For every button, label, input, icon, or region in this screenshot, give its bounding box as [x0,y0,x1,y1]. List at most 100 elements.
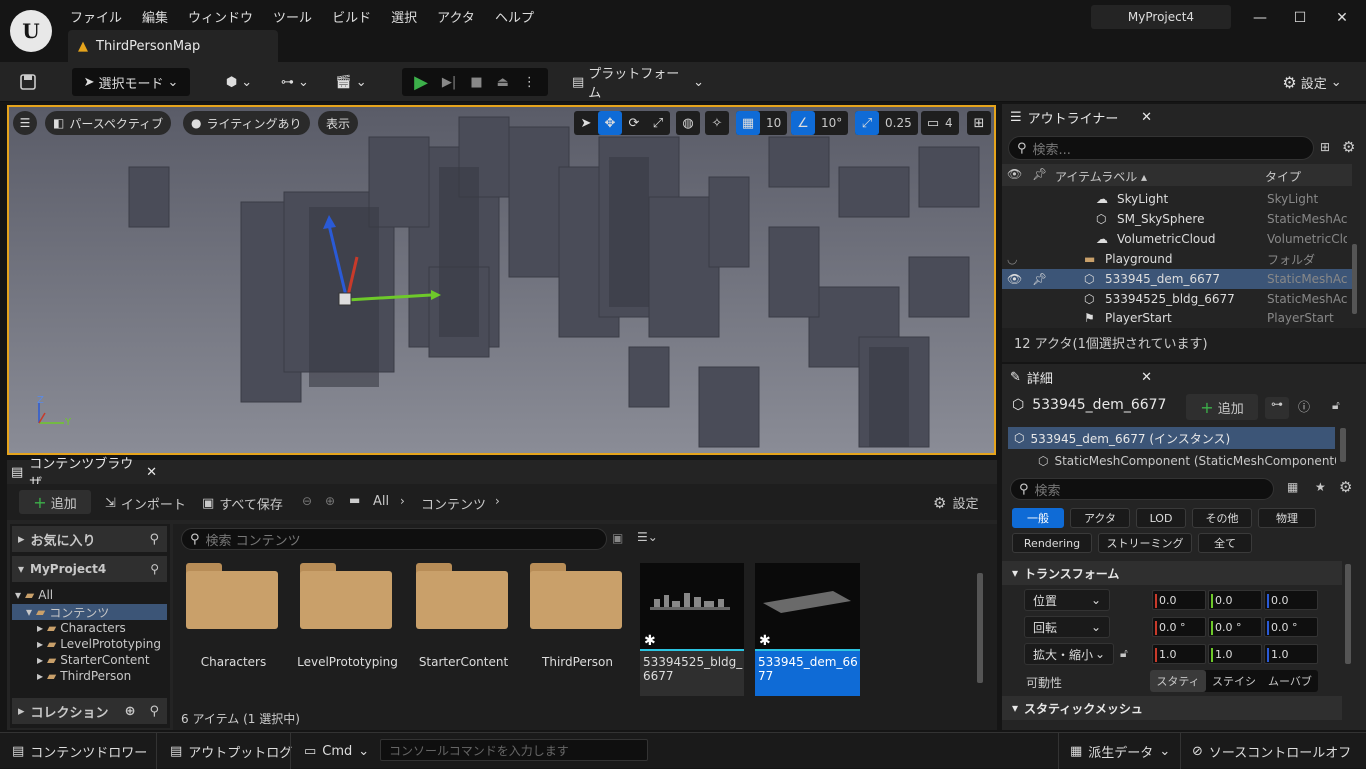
camera-speed-control[interactable]: ▭ 4 [921,111,959,135]
outliner-row[interactable]: ⬡ 53394525_bldg_6677 StaticMeshAc [1002,289,1352,309]
blueprint-icon[interactable]: ⊶ [1265,397,1289,419]
eye-icon[interactable]: 👁︎ [1007,272,1022,286]
stop-icon[interactable]: ■ [470,75,482,90]
filter-icon[interactable]: ☰⌄ [637,530,658,544]
filter-actor[interactable]: アクタ [1070,508,1130,528]
show-button[interactable]: 表示 [318,111,359,135]
gear-icon[interactable]: ⚙ [1339,478,1352,496]
perspective-button[interactable]: ◧ パースペクティブ [45,111,172,135]
mobility-movable[interactable]: ムーバブ [1262,673,1318,689]
folder-thumbnail[interactable] [300,563,392,629]
menu-window[interactable]: ウィンドウ [178,2,263,28]
search-icon[interactable]: ⚲ [149,704,159,719]
grid-snap-control[interactable]: ▦ 10 [736,111,788,135]
filter-lod[interactable]: LOD [1136,508,1186,528]
blueprint-button[interactable]: ⊶ ⌄ [274,68,316,96]
location-x-field[interactable]: 0.0 [1152,590,1206,610]
content-drawer-button[interactable]: ▤ コンテンツドロワー [4,733,155,769]
save-icon[interactable] [14,68,42,96]
mobility-stationary[interactable]: ステイシ [1206,673,1262,689]
rotation-y-field[interactable]: 0.0 ° [1208,617,1262,637]
search-icon[interactable]: ⚲ [150,562,159,576]
play-icon[interactable]: ▶ [414,72,428,93]
maximize-button[interactable]: ☐ [1285,6,1315,30]
help-icon[interactable]: ⓘ [1298,398,1310,415]
search-icon[interactable]: ⚲ [149,532,159,547]
column-type[interactable]: タイプ [1265,168,1301,185]
content-search-input[interactable]: ⚲ 検索 コンテンツ [181,528,607,550]
scale-dropdown[interactable]: 拡大・縮小 ⌄ [1024,643,1114,665]
details-search-input[interactable]: ⚲ 検索 [1010,478,1274,500]
select-tool-icon[interactable]: ➤ [574,111,598,135]
breadcrumb-chevron-icon[interactable]: › [495,494,500,508]
save-search-icon[interactable]: ▣ [612,531,623,545]
outliner-row[interactable]: ⬡ SM_SkySphere StaticMeshAc [1002,209,1352,229]
scale-z-field[interactable]: 1.0 [1264,644,1318,664]
folder-thumbnail[interactable] [416,563,508,629]
outliner-tab[interactable]: ☰ アウトライナー ✕ [1002,104,1162,130]
menu-file[interactable]: ファイル [60,2,132,28]
add-content-button[interactable]: + 追加 [19,490,91,514]
lighting-button[interactable]: ● ライティングあり [183,111,310,135]
menu-edit[interactable]: 編集 [132,2,178,28]
layout-button[interactable]: ⊞ [967,111,991,135]
filter-streaming[interactable]: ストリーミング [1098,533,1192,553]
menu-help[interactable]: ヘルプ [485,2,544,28]
transform-section-header[interactable]: ▾ トランスフォーム [1002,561,1342,585]
details-tab[interactable]: ✎ 詳細 ✕ [1002,364,1162,390]
unreal-logo-icon[interactable]: U [10,10,52,52]
favorites-header[interactable]: ▸ お気に入り ⚲ [12,526,167,552]
import-button[interactable]: ⇲ インポート [105,494,186,513]
tree-item-startercontent[interactable]: ▸ ▰ StarterContent [37,653,150,667]
breadcrumb-all[interactable]: All [373,494,389,509]
filter-all[interactable]: 全て [1198,533,1252,553]
world-local-toggle[interactable]: ◍ [676,111,700,135]
details-scrollbar[interactable] [1345,564,1351,664]
console-input[interactable]: コンソールコマンドを入力します [380,739,648,761]
outliner-row[interactable]: ☁ VolumetricCloud VolumetricClo [1002,229,1352,249]
pin-icon[interactable]: 📌︎ [1032,272,1047,286]
star-icon[interactable]: ★ [1315,480,1326,494]
folder-thumbnail[interactable] [530,563,622,629]
eject-icon[interactable]: ⏏ [497,75,509,90]
close-button[interactable]: ✕ [1327,6,1357,30]
column-item-label[interactable]: アイテムラベル ▴ [1055,168,1147,185]
outliner-row-selected[interactable]: 👁︎ 📌︎ ⬡ 533945_dem_6677 StaticMeshAc [1002,269,1352,289]
menu-actor[interactable]: アクタ [427,2,485,28]
asset-scrollbar[interactable] [977,573,983,683]
tree-item-characters[interactable]: ▸ ▰ Characters [37,621,126,635]
location-z-field[interactable]: 0.0 [1264,590,1318,610]
forward-arrow-icon[interactable]: ⊕ [325,494,335,508]
level-viewport[interactable]: Z Y ☰ ◧ パースペクティブ ● ライティングあり 表示 ➤ ✥ ⟳ ⤢ ◍… [7,105,996,455]
menu-tools[interactable]: ツール [263,2,322,28]
scale-tool-icon[interactable]: ⤢ [646,111,670,135]
close-icon[interactable]: ✕ [146,465,157,480]
asset-tile-bldg[interactable]: ✱ 53394525_bldg_6677 [640,563,744,696]
add-component-button[interactable]: + 追加 [1186,394,1258,420]
instance-row[interactable]: ⬡ 533945_dem_6677 (インスタンス) [1008,427,1335,449]
filter-rendering[interactable]: Rendering [1012,533,1092,553]
move-tool-icon[interactable]: ✥ [598,111,622,135]
filter-physics[interactable]: 物理 [1258,508,1316,528]
breadcrumb-content[interactable]: コンテンツ [421,494,486,513]
add-collection-icon[interactable]: ⊕ [125,704,136,719]
hidden-eye-icon[interactable]: ◡ [1007,252,1017,266]
mobility-static[interactable]: スタティ [1150,670,1206,692]
output-log-button[interactable]: ▤ アウトプットログ [162,733,300,769]
rotation-z-field[interactable]: 0.0 ° [1264,617,1318,637]
platform-button[interactable]: ▤ プラットフォーム ⌄ [572,67,704,101]
tree-item-thirdperson[interactable]: ▸ ▰ ThirdPerson [37,669,131,683]
outliner-row[interactable]: ◡ ▬ Playground フォルダ [1002,249,1352,269]
outliner-row[interactable]: ⚑ PlayerStart PlayerStart [1002,309,1352,327]
menu-select[interactable]: 選択 [381,2,427,28]
location-y-field[interactable]: 0.0 [1208,590,1262,610]
close-icon[interactable]: ✕ [1141,370,1152,385]
source-control-button[interactable]: ⊘ ソースコントロールオフ [1184,733,1359,769]
settings-button[interactable]: ⚙ 設定 ⌄ [1276,68,1348,96]
content-browser-tab[interactable]: ▤ コンテンツブラウザ ✕ [7,457,157,491]
scale-snap-control[interactable]: ⤢ 0.25 [855,111,918,135]
viewport-menu-button[interactable]: ☰ [13,111,37,135]
outliner-search-input[interactable]: ⚲ 検索... [1008,136,1314,160]
component-scrollbar[interactable] [1340,428,1346,462]
menu-build[interactable]: ビルド [322,2,381,28]
